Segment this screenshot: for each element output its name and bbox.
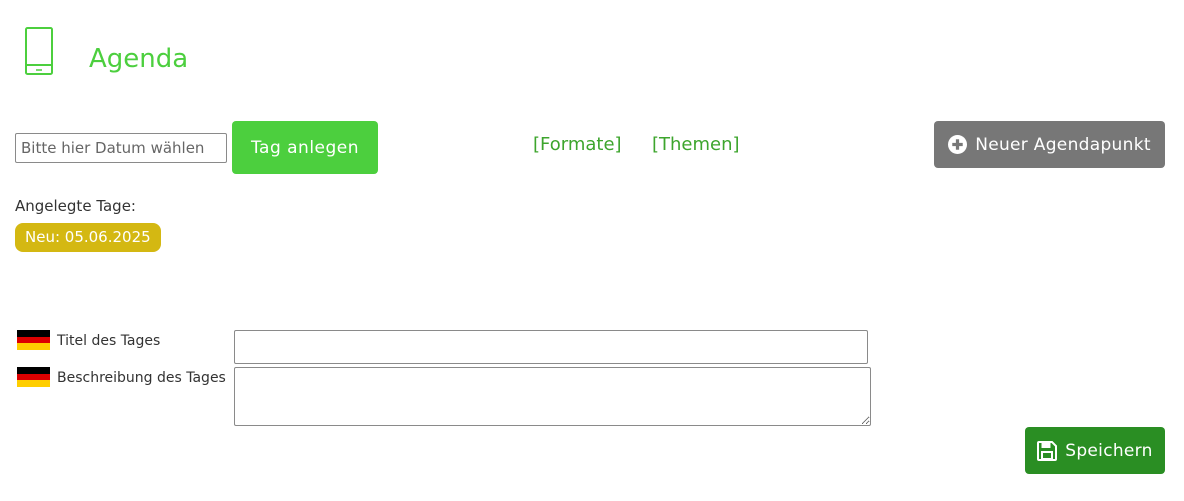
germany-flag-icon <box>17 367 50 388</box>
save-button[interactable]: Speichern <box>1025 427 1165 474</box>
page-title: Agenda <box>89 44 189 74</box>
day-description-textarea[interactable] <box>234 367 871 426</box>
created-days-label: Angelegte Tage: <box>15 197 136 215</box>
new-agenda-item-button[interactable]: Neuer Agendapunkt <box>934 121 1165 168</box>
topics-link[interactable]: [Themen] <box>652 134 740 155</box>
day-title-label: Titel des Tages <box>57 333 161 349</box>
add-day-button[interactable]: Tag anlegen <box>232 121 378 174</box>
plus-circle-icon <box>948 135 968 154</box>
mobile-phone-icon <box>25 27 53 75</box>
save-label: Speichern <box>1065 440 1153 461</box>
germany-flag-icon <box>17 330 50 351</box>
formats-link[interactable]: [Formate] <box>533 134 622 155</box>
floppy-disk-icon <box>1037 440 1058 461</box>
day-badge[interactable]: Neu: 05.06.2025 <box>15 223 161 252</box>
new-agenda-item-label: Neuer Agendapunkt <box>975 134 1151 155</box>
day-description-label: Beschreibung des Tages <box>57 370 226 386</box>
date-input[interactable] <box>15 133 227 163</box>
day-title-input[interactable] <box>234 330 868 364</box>
